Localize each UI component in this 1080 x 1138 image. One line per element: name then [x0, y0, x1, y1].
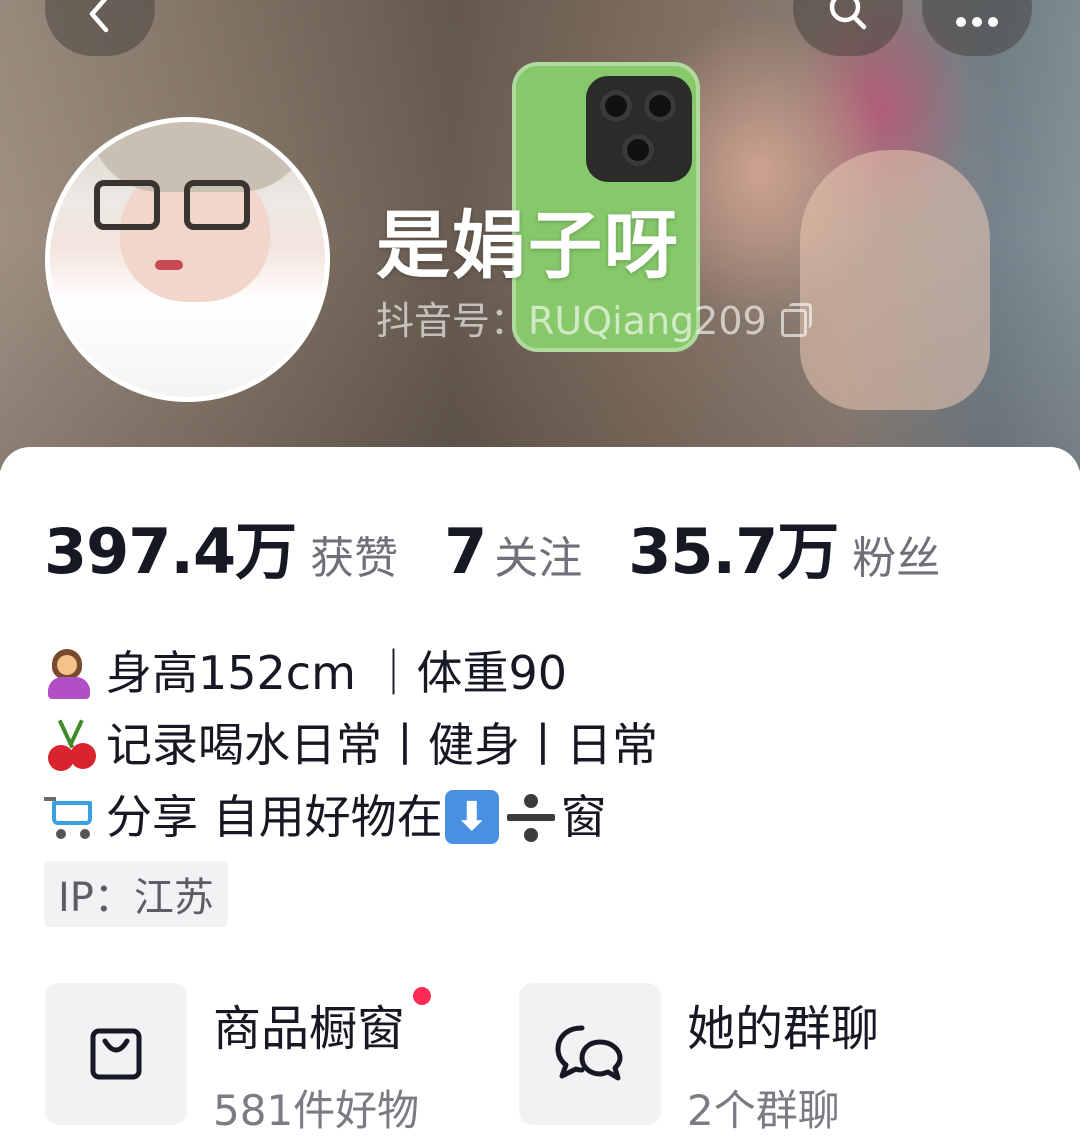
profile-card: 397.4万 获赞 7 关注 35.7万 粉丝 身高152cm ｜体重90 记录… [0, 447, 1080, 1135]
avatar[interactable] [45, 117, 330, 402]
followers-count[interactable]: 35.7万 [628, 501, 839, 591]
down-arrow-emoji: ⬇ [444, 790, 499, 844]
shopping-cart-emoji [44, 789, 100, 845]
group-chat-entry[interactable]: 她的群聊 2个群聊 [519, 983, 880, 1135]
search-icon [829, 0, 867, 30]
cover-hand [800, 150, 990, 410]
followers-label[interactable]: 粉丝 [852, 522, 940, 586]
bio-line-3: 分享 自用好物在 ⬇ 窗 [44, 781, 658, 853]
following-count[interactable]: 7 [444, 515, 487, 588]
shopping-bag-icon [90, 1028, 142, 1080]
group-chat-title: 她的群聊 [687, 1001, 880, 1057]
notification-dot [413, 987, 431, 1005]
more-icon [956, 17, 998, 27]
product-showcase-count: 581件好物 [213, 1086, 420, 1135]
back-icon [89, 0, 109, 33]
bio: 身高152cm ｜体重90 记录喝水日常丨健身丨日常 分享 自用好物在 ⬇ 窗 [44, 637, 658, 853]
product-showcase-title: 商品橱窗 [213, 1001, 406, 1057]
douyin-id: 抖音号：RUQiang209 [376, 299, 767, 343]
ip-location-tag: IP：江苏 [44, 861, 228, 927]
likes-label: 获赞 [310, 533, 399, 584]
person-tipping-hand-emoji [44, 645, 100, 701]
stats-row: 397.4万 获赞 7 关注 35.7万 粉丝 [44, 501, 986, 591]
cherries-emoji [44, 717, 100, 773]
group-chat-count: 2个群聊 [687, 1086, 840, 1135]
douyin-id-row[interactable]: 抖音号：RUQiang209 [376, 290, 812, 345]
product-showcase-entry[interactable]: 商品橱窗 581件好物 [45, 983, 431, 1135]
bio-line-2: 记录喝水日常丨健身丨日常 [44, 709, 658, 781]
likes-count: 397.4万 [44, 515, 297, 588]
bio-line-1: 身高152cm ｜体重90 [44, 637, 658, 709]
copy-icon[interactable] [780, 302, 812, 337]
divide-emoji [503, 790, 559, 844]
nickname: 是娟子呀 [376, 203, 680, 289]
chat-bubbles-icon [555, 1025, 623, 1081]
following-label[interactable]: 关注 [494, 522, 582, 586]
